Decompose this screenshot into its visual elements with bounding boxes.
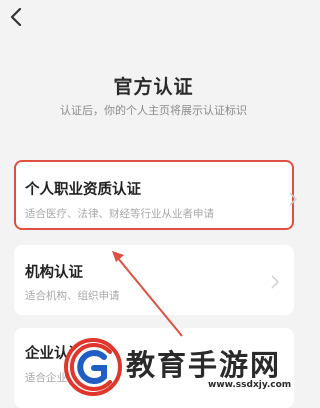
- page-title: 官方认证: [113, 76, 194, 98]
- page-subtitle: 认证后，你的个人主页将展示认证标识: [60, 104, 247, 117]
- certification-option-organization[interactable]: 机构认证 适合机构、组织申请: [14, 245, 294, 315]
- watermark-url: www.ssdxjy.com: [208, 380, 292, 390]
- chevron-left-icon: [10, 8, 22, 26]
- option-description: 适合医疗、法律、财经等行业从业者申请: [25, 208, 214, 220]
- certification-option-personal[interactable]: 个人职业资质认证 适合医疗、法律、财经等行业从业者申请: [14, 160, 298, 230]
- option-title: 个人职业资质认证: [25, 182, 141, 198]
- watermark-text: 教育手游网: [126, 348, 282, 382]
- back-button[interactable]: [6, 6, 26, 28]
- watermark: 教育手游网 www.ssdxjy.com: [58, 336, 307, 398]
- chevron-right-icon: [289, 192, 298, 206]
- option-description: 适合机构、组织申请: [25, 290, 120, 302]
- chevron-right-icon: [271, 275, 280, 289]
- option-title: 机构认证: [25, 265, 83, 281]
- watermark-logo: [64, 338, 122, 396]
